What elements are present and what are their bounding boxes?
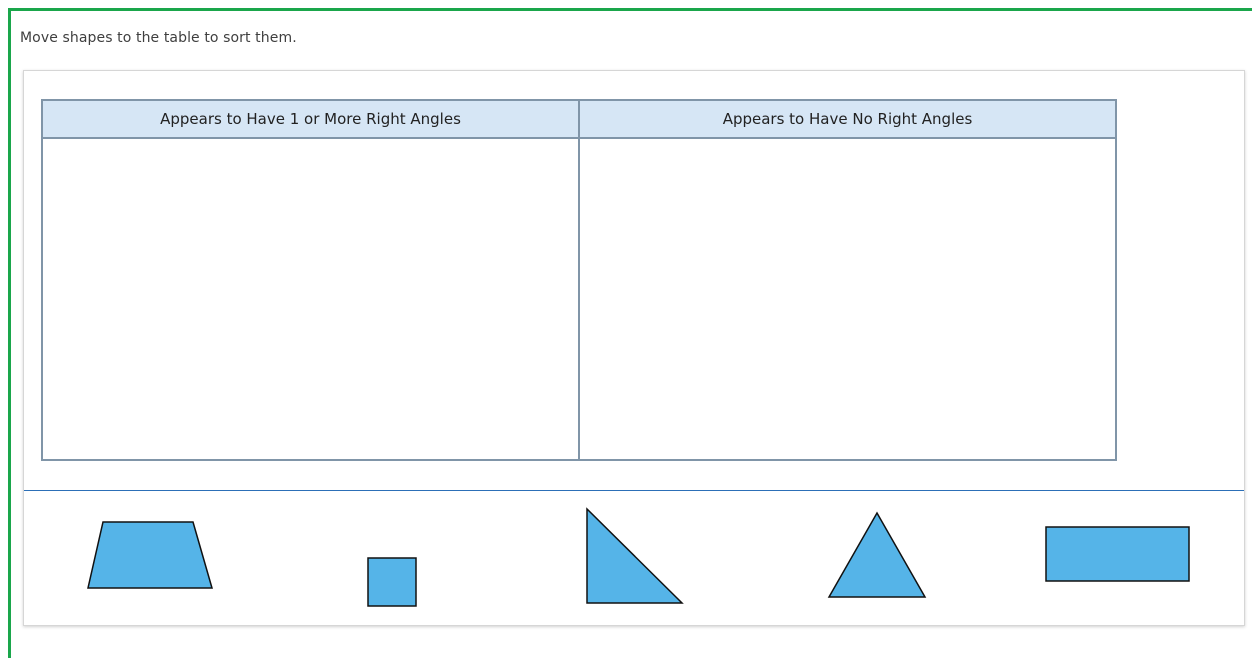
right-triangle-shape[interactable] (585, 507, 685, 605)
column-no-right-angles: Appears to Have No Right Angles (578, 101, 1115, 459)
column-header-no-right-angles: Appears to Have No Right Angles (580, 101, 1115, 139)
sorting-workspace: Appears to Have 1 or More Right Angles A… (23, 70, 1245, 626)
trapezoid-icon (87, 521, 213, 589)
rectangle-icon (1045, 526, 1190, 582)
column-header-right-angles: Appears to Have 1 or More Right Angles (43, 101, 578, 139)
sorting-table: Appears to Have 1 or More Right Angles A… (41, 99, 1117, 461)
drop-zone-right-angles[interactable] (43, 139, 578, 459)
triangle-icon (827, 511, 927, 598)
question-prompt: Move shapes to the table to sort them. (20, 30, 297, 46)
trapezoid-shape[interactable] (86, 520, 214, 590)
shape-bank-divider (24, 490, 1244, 491)
rectangle-shape[interactable] (1045, 526, 1191, 583)
right-triangle-icon (586, 507, 684, 604)
square-shape[interactable] (367, 557, 417, 607)
drop-zone-no-right-angles[interactable] (580, 139, 1115, 459)
column-right-angles: Appears to Have 1 or More Right Angles (43, 101, 578, 459)
square-icon (367, 557, 417, 607)
triangle-shape[interactable] (827, 511, 927, 599)
